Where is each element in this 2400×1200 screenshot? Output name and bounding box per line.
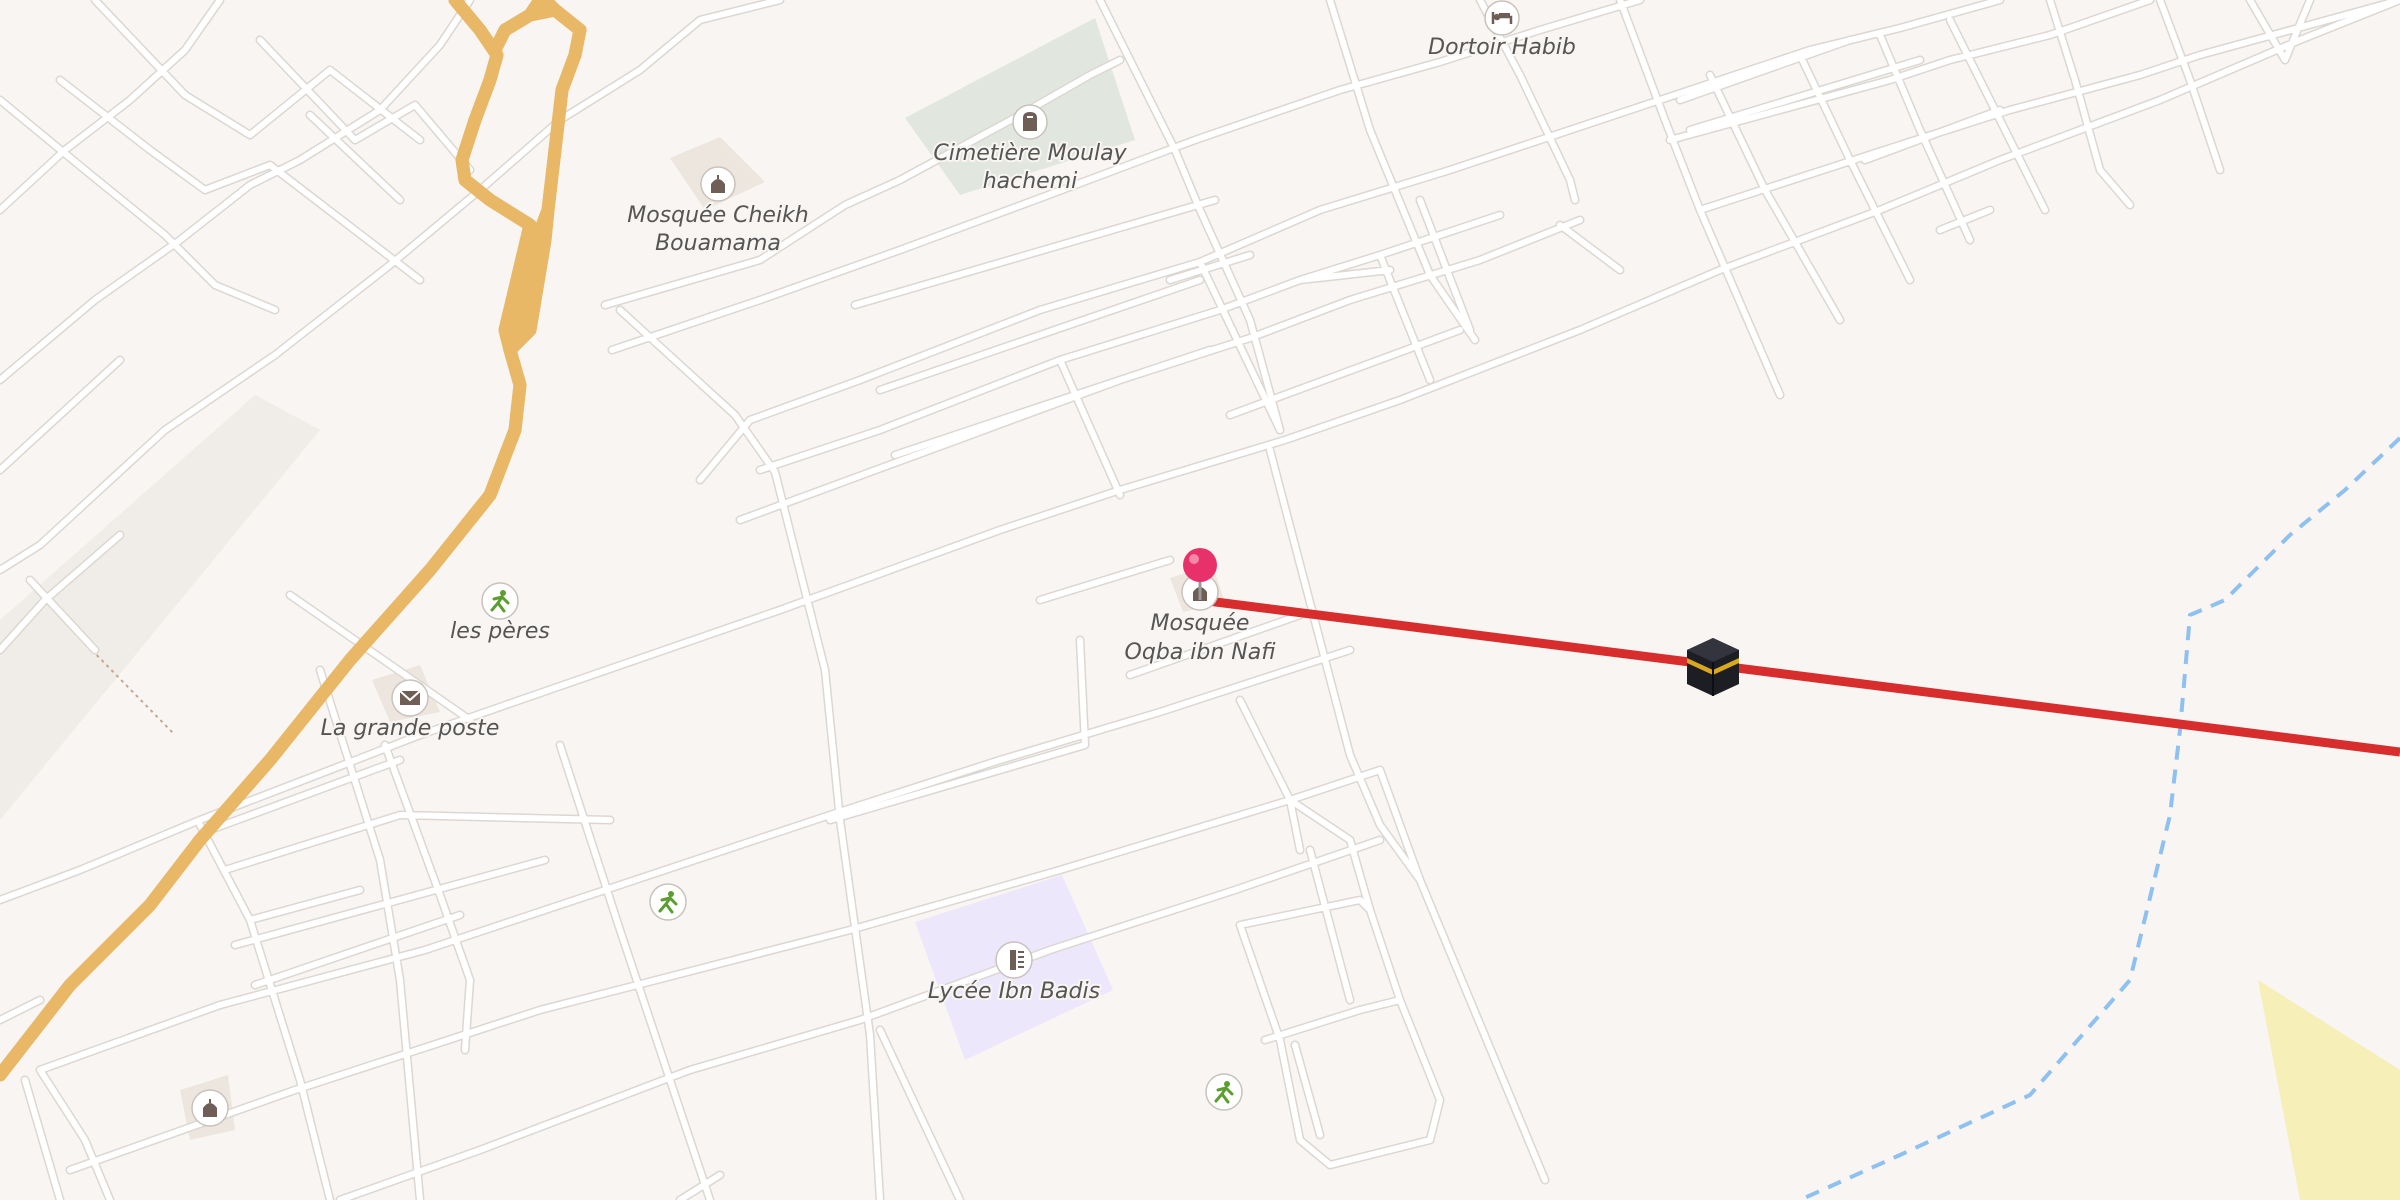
label-mosquee-cheikh-2: Bouamama (655, 231, 781, 256)
label-mosquee-cheikh-1: Mosquée Cheikh (627, 203, 809, 228)
label-grande-poste: La grande poste (321, 716, 500, 741)
label-dortoir-habib: Dortoir Habib (1428, 35, 1576, 60)
mosque-icon[interactable] (700, 166, 736, 202)
label-lycee: Lycée Ibn Badis (928, 979, 1100, 1004)
label-mosquee-oqba-1: Mosquée (1151, 611, 1250, 636)
label-cimetiere-1: Cimetière Moulay (933, 141, 1127, 166)
mosque-icon[interactable] (191, 1089, 229, 1127)
label-mosquee-oqba-2: Oqba ibn Nafi (1125, 640, 1277, 665)
runner-icon[interactable] (1205, 1073, 1243, 1111)
runner-icon[interactable] (481, 582, 519, 620)
kaaba-icon[interactable] (1687, 638, 1739, 696)
bed-icon[interactable] (1484, 0, 1520, 36)
map-canvas[interactable]: Dortoir Habib Cimetière Moulay hachemi M… (0, 0, 2400, 1200)
gravestone-icon[interactable] (1012, 104, 1048, 140)
runner-icon[interactable] (649, 883, 687, 921)
label-les-peres: les pères (450, 619, 550, 644)
envelope-icon[interactable] (391, 679, 429, 717)
label-cimetiere-2: hachemi (983, 169, 1078, 194)
school-icon[interactable] (995, 941, 1033, 979)
